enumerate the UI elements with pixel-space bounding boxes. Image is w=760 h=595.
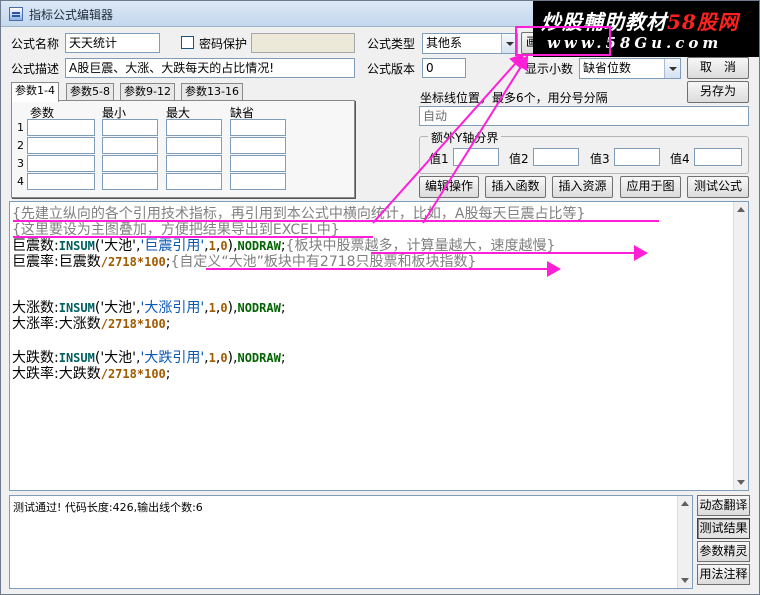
code-line-rise-count: 大涨数:INSUM('大池','大涨引用',1,0),NODRAW;: [12, 300, 286, 316]
param-2-default-input[interactable]: [230, 137, 286, 154]
param-row-number: 1: [17, 121, 24, 134]
password-protect-checkbox[interactable]: [181, 36, 194, 49]
coord-line-label: 坐标线位置，最多6个，用分号分隔: [420, 91, 608, 105]
window-title: 指标公式编辑器: [29, 8, 114, 22]
extra-y-axis-group: 额外Y轴分界 值1 值2 值3 值4: [419, 129, 749, 174]
tab-params-1-4[interactable]: 参数1-4: [11, 82, 59, 102]
param-1-min-input[interactable]: [102, 119, 158, 136]
formula-version-label: 公式版本: [367, 62, 416, 76]
usage-notes-button[interactable]: 用法注释: [697, 564, 750, 585]
editor-scrollbar[interactable]: [733, 202, 748, 490]
extra-y-axis-title: 额外Y轴分界: [428, 129, 502, 146]
formula-desc-label: 公式描述: [11, 62, 60, 76]
decimal-select[interactable]: 缺省位数: [579, 58, 681, 79]
param-2-max-input[interactable]: [166, 137, 222, 154]
save-as-button[interactable]: 另存为: [687, 81, 749, 103]
param-4-max-input[interactable]: [166, 173, 222, 190]
password-protect-label: 密码保护: [199, 37, 248, 51]
decimal-value: 缺省位数: [583, 61, 632, 75]
output-scrollbar[interactable]: [677, 496, 692, 588]
tab-params-13-16[interactable]: 参数13-16: [181, 83, 243, 101]
scroll-down-icon[interactable]: [737, 480, 745, 485]
y-value-1-label: 值1: [429, 152, 449, 166]
coord-line-input[interactable]: 自动: [419, 106, 749, 126]
param-4-default-input[interactable]: [230, 173, 286, 190]
formula-version-input[interactable]: 0: [422, 58, 466, 78]
watermark-line-1: 炒股輔助教材58股网: [541, 10, 739, 34]
insert-function-button[interactable]: 插入函数: [485, 176, 546, 198]
formula-type-label: 公式类型: [367, 37, 416, 51]
code-line-rise-rate: 大涨率:大涨数/2718*100;: [12, 316, 171, 332]
chevron-down-icon: [501, 34, 517, 53]
formula-editor-window: 指标公式编辑器 公式名称 天天统计 密码保护 公式类型 其他系 画 公式描述 A…: [0, 0, 760, 595]
param-1-max-input[interactable]: [166, 119, 222, 136]
formula-type-select[interactable]: 其他系: [422, 33, 518, 54]
y-value-4-label: 值4: [670, 152, 690, 166]
code-line-fall-count: 大跌数:INSUM('大池','大跌引用',1,0),NODRAW;: [12, 350, 286, 366]
tab-params-5-8[interactable]: 参数5-8: [66, 83, 114, 101]
scroll-up-icon[interactable]: [737, 207, 745, 212]
param-1-name-input[interactable]: [27, 119, 95, 136]
formula-type-value: 其他系: [426, 36, 463, 50]
y-value-2-label: 值2: [509, 152, 529, 166]
formula-code-editor[interactable]: {先建立纵向的各个引用技术指标，再引用到本公式中横向统计，比如，A股每天巨震占比…: [9, 201, 749, 491]
param-3-max-input[interactable]: [166, 155, 222, 172]
param-3-default-input[interactable]: [230, 155, 286, 172]
param-2-min-input[interactable]: [102, 137, 158, 154]
param-1-default-input[interactable]: [230, 119, 286, 136]
param-wizard-button[interactable]: 参数精灵: [697, 541, 750, 562]
password-input: [251, 33, 355, 53]
code-line-fall-rate: 大跌率:大跌数/2718*100;: [12, 366, 171, 382]
param-3-min-input[interactable]: [102, 155, 158, 172]
formula-name-input[interactable]: 天天统计: [65, 33, 160, 53]
test-formula-button[interactable]: 测试公式: [687, 176, 749, 198]
code-comment-line: {先建立纵向的各个引用技术指标，再引用到本公式中横向统计，比如，A股每天巨震占比…: [12, 206, 586, 222]
y-value-4-input[interactable]: [694, 148, 742, 166]
code-line-big-swing-count: 巨震数:INSUM('大池','巨震引用',1,0),NODRAW;{板块中股票…: [12, 238, 556, 254]
scroll-down-icon[interactable]: [681, 578, 689, 583]
decimal-label: 显示小数: [525, 62, 574, 76]
param-3-name-input[interactable]: [27, 155, 95, 172]
chevron-down-icon: [664, 59, 680, 78]
y-value-3-input[interactable]: [614, 148, 660, 166]
y-value-2-input[interactable]: [533, 148, 579, 166]
dynamic-translate-button[interactable]: 动态翻译: [697, 495, 750, 516]
param-4-min-input[interactable]: [102, 173, 158, 190]
test-result-button[interactable]: 测试结果: [697, 518, 750, 539]
site-watermark: 炒股輔助教材58股网 www.58Gu.com: [533, 1, 759, 57]
watermark-url: www.58Gu.com: [547, 34, 723, 52]
formula-name-label: 公式名称: [11, 37, 60, 51]
tab-params-9-12[interactable]: 参数9-12: [120, 83, 175, 101]
param-row-number: 4: [17, 175, 24, 188]
cancel-button[interactable]: 取 消: [687, 57, 749, 79]
code-line-big-swing-rate: 巨震率:巨震数/2718*100;{自定义“大池”板块中有2718只股票和板块指…: [12, 254, 477, 270]
insert-resource-button[interactable]: 插入资源: [552, 176, 613, 198]
param-4-name-input[interactable]: [27, 173, 95, 190]
formula-desc-input[interactable]: A股巨震、大涨、大跌每天的占比情况!: [65, 58, 355, 78]
param-2-name-input[interactable]: [27, 137, 95, 154]
param-row-number: 3: [17, 157, 24, 170]
scroll-up-icon[interactable]: [681, 501, 689, 506]
param-panel: 参数 最小 最大 缺省 1 2 3 4: [11, 100, 355, 198]
test-output-text: 测试通过! 代码长度:426,输出线个数:6: [13, 501, 203, 514]
test-output-panel: 测试通过! 代码长度:426,输出线个数:6: [9, 495, 693, 589]
y-value-1-input[interactable]: [453, 148, 499, 166]
edit-operation-button[interactable]: 编辑操作: [419, 176, 479, 198]
app-icon: [9, 7, 23, 21]
code-comment-line: {这里要设为主图叠加，方便把结果导出到EXCEL中}: [12, 222, 340, 238]
y-value-3-label: 值3: [590, 152, 610, 166]
param-row-number: 2: [17, 139, 24, 152]
apply-to-chart-button[interactable]: 应用于图: [620, 176, 681, 198]
